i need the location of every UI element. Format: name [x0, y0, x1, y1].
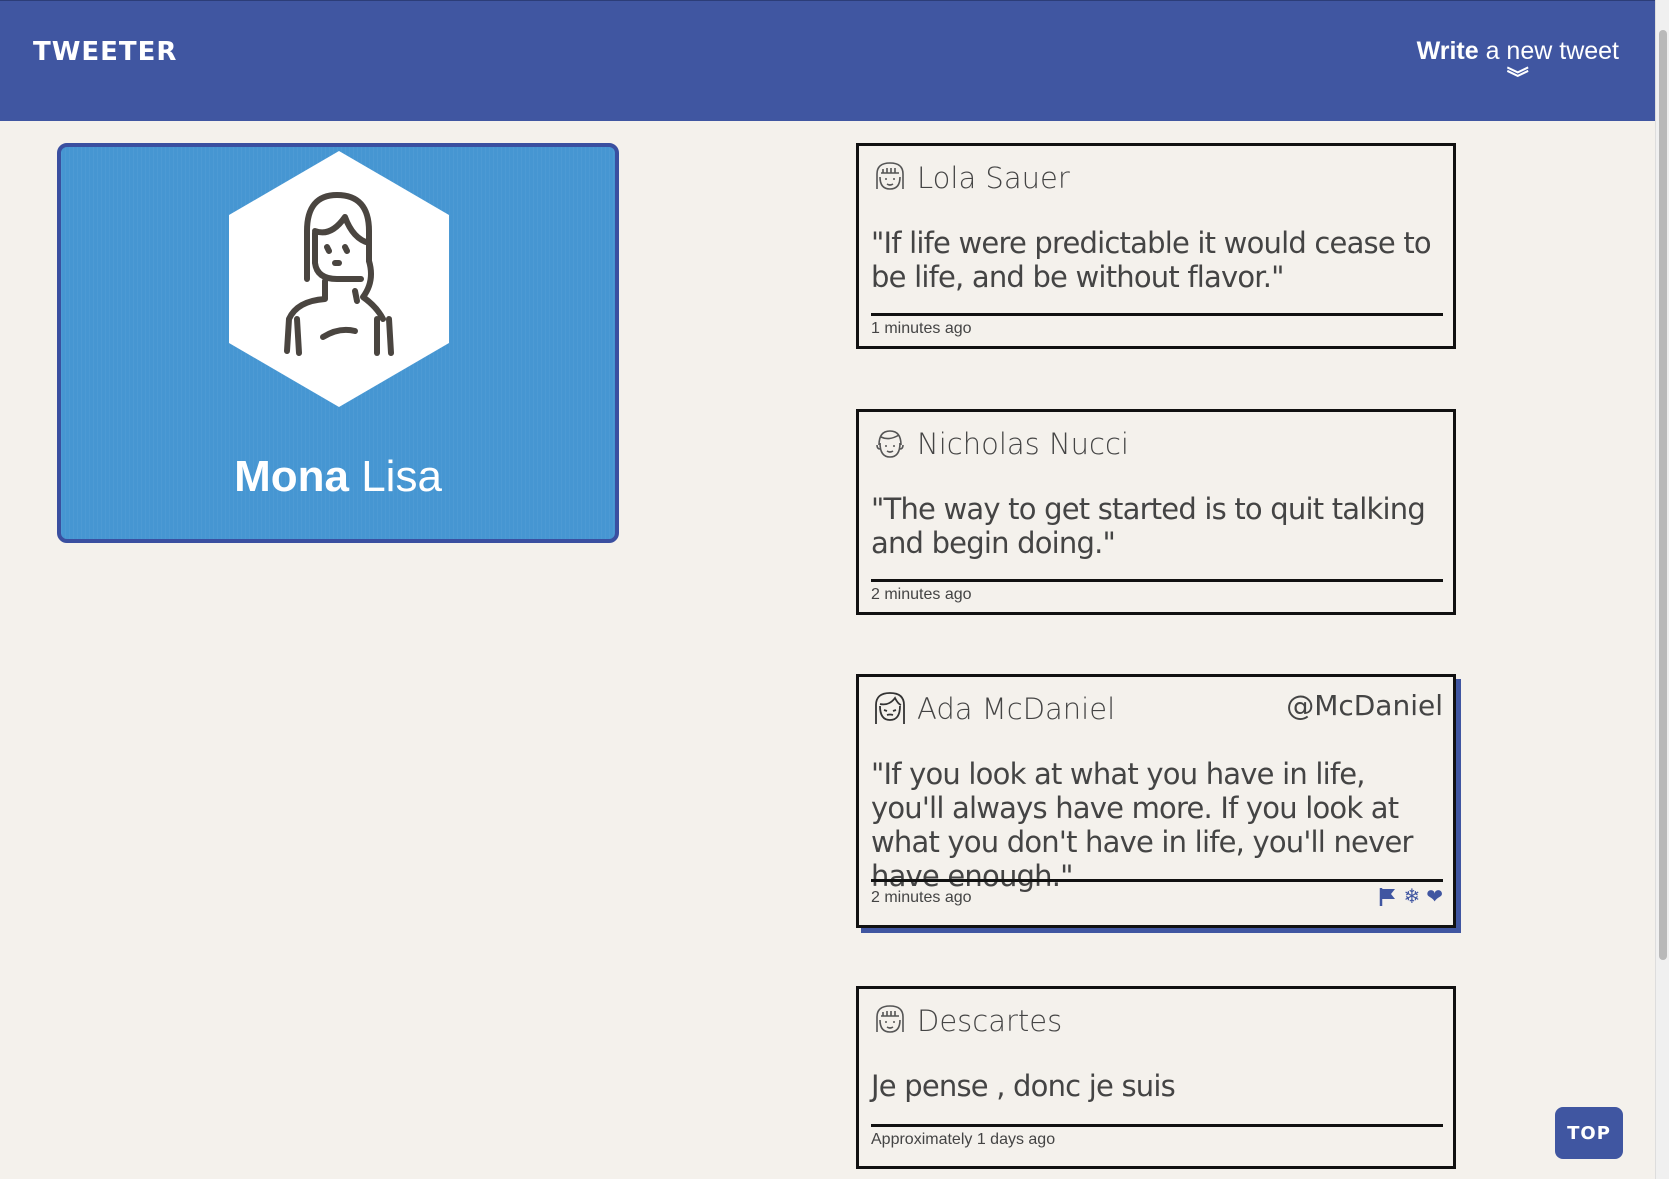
tweet-timestamp: Approximately 1 days ago: [871, 1131, 1056, 1148]
profile-card: Mona Lisa: [57, 143, 619, 543]
girl-avatar-icon: [876, 1005, 904, 1033]
tweet-timestamp: 1 minutes ago: [871, 320, 972, 337]
boy-avatar-icon: [876, 430, 904, 458]
scrollbar-thumb[interactable]: [1659, 30, 1667, 960]
tweet-header: Ada McDaniel: [871, 689, 1115, 729]
scroll-to-top-button[interactable]: TOP: [1555, 1107, 1623, 1159]
tweet-handle[interactable]: @McDaniel: [1286, 689, 1443, 722]
tweet-divider: [871, 879, 1443, 882]
tweet-timestamp: 2 minutes ago: [871, 586, 972, 603]
profile-last-name: Lisa: [361, 452, 442, 501]
tweet-text: "The way to get started is to quit talki…: [871, 492, 1426, 560]
tweet-divider: [871, 313, 1443, 316]
woman-avatar-icon: [875, 692, 905, 724]
tweet-header: Lola Sauer: [871, 158, 1070, 198]
woman-avatar-icon: [229, 151, 449, 407]
compose-label-bold: Write: [1416, 37, 1479, 65]
profile-avatar: [227, 151, 451, 407]
tweet-text: Je pense , donc je suis: [871, 1069, 1176, 1103]
tweet-header: Descartes: [871, 1001, 1062, 1041]
tweet-text: "If life were predictable it would cease…: [871, 226, 1432, 294]
write-new-tweet-button[interactable]: Write a new tweet ︾: [1416, 37, 1619, 90]
brand-logo[interactable]: TWEETER: [33, 37, 177, 67]
tweet-header: Nicholas Nucci: [871, 424, 1129, 464]
retweet-icon[interactable]: ❄: [1403, 887, 1420, 913]
top-nav-bar: TWEETER Write a new tweet ︾: [0, 0, 1655, 121]
heart-icon[interactable]: ❤: [1426, 887, 1443, 913]
tweet-divider: [871, 1124, 1443, 1127]
girl-avatar-icon: [876, 162, 904, 190]
tweet-author[interactable]: Ada McDaniel: [917, 692, 1115, 726]
tweet-author[interactable]: Nicholas Nucci: [917, 427, 1129, 461]
flag-icon[interactable]: [1379, 887, 1397, 913]
double-chevron-down-icon[interactable]: ︾: [1417, 68, 1619, 90]
tweet-actions: ❄ ❤: [1379, 887, 1443, 913]
tweet-card[interactable]: Ada McDaniel @McDaniel "If you look at w…: [856, 674, 1456, 928]
profile-name: Mona Lisa: [61, 452, 615, 502]
tweet-divider: [871, 579, 1443, 582]
compose-label-rest: a new tweet: [1478, 37, 1619, 65]
tweet-author[interactable]: Lola Sauer: [917, 161, 1070, 195]
tweet-card[interactable]: Lola Sauer "If life were predictable it …: [856, 143, 1456, 349]
tweet-timestamp: 2 minutes ago: [871, 889, 972, 906]
vertical-scrollbar[interactable]: [1655, 0, 1669, 1179]
tweet-text: "If you look at what you have in life, y…: [871, 757, 1413, 893]
tweet-card[interactable]: Nicholas Nucci "The way to get started i…: [856, 409, 1456, 615]
tweet-card[interactable]: Descartes Je pense , donc je suis Approx…: [856, 986, 1456, 1169]
tweet-author[interactable]: Descartes: [917, 1004, 1062, 1038]
profile-first-name: Mona: [234, 452, 349, 501]
